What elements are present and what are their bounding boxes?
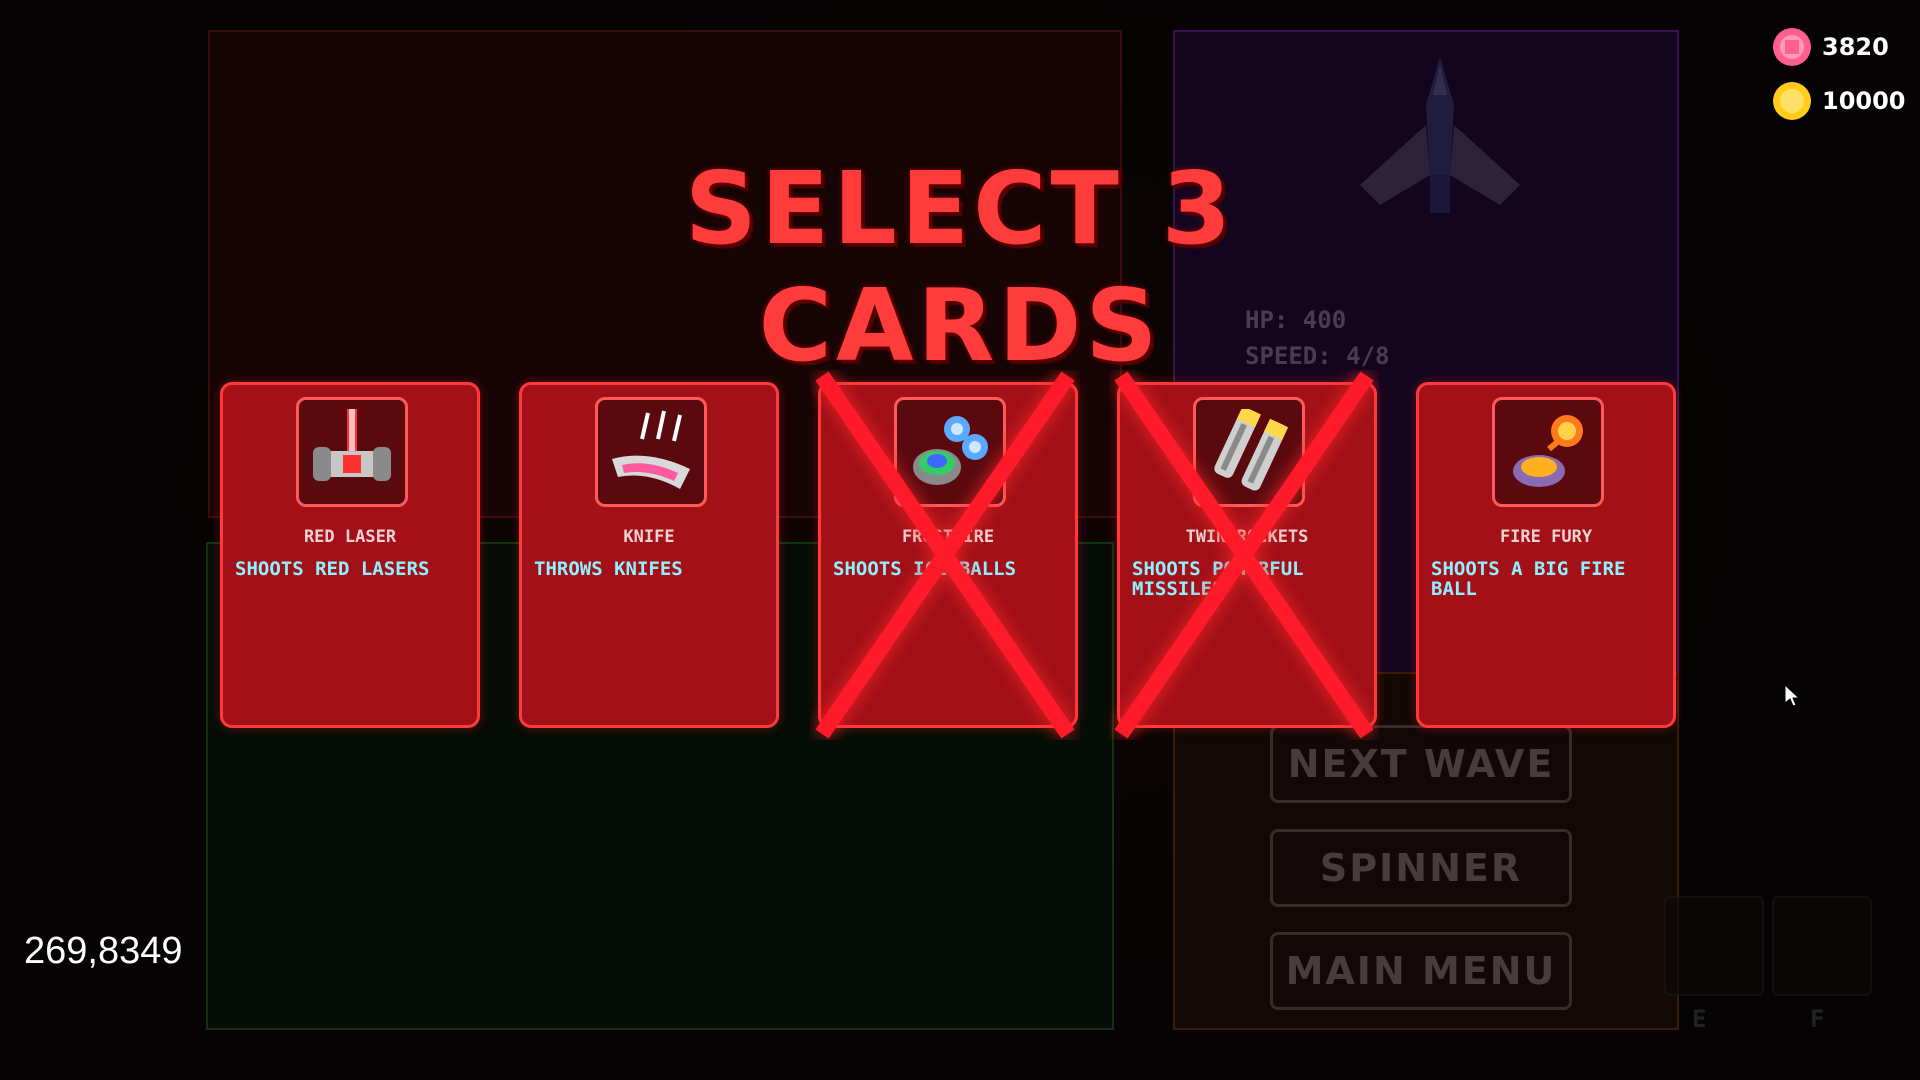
gem-icon: [1773, 28, 1811, 66]
crossed-out-x-icon: [1114, 371, 1374, 739]
red-laser-icon: [313, 409, 391, 481]
card-title: FIRE FURY: [1499, 527, 1593, 547]
fire-fury-icon: [1513, 415, 1583, 487]
coin-counter: 10000: [1772, 81, 1906, 121]
card-description: THROWS KNIFES: [534, 558, 683, 580]
knife-icon: [612, 410, 690, 489]
card-title: KNIFE: [623, 527, 675, 547]
main-menu-button[interactable]: MAIN MENU: [1270, 932, 1572, 1010]
mouse-cursor-icon: [1784, 684, 1800, 707]
card-knife[interactable]: KNIFE THROWS KNIFES: [519, 382, 779, 728]
card-icon-frame: [595, 397, 707, 507]
weapon-slot-f[interactable]: [1772, 896, 1872, 996]
page-title: SELECT 3 CARDS: [684, 150, 1236, 384]
coin-count: 10000: [1822, 87, 1906, 115]
card-description: SHOOTS RED LASERS: [235, 558, 430, 580]
slot-key-e: E: [1692, 1005, 1707, 1033]
slot-key-f: F: [1810, 1005, 1825, 1033]
coordinate-readout: 269,8349: [24, 930, 183, 972]
card-description: SHOOTS A BIG FIRE BALL: [1431, 558, 1626, 600]
crossed-out-x-icon: [815, 371, 1075, 739]
card-fire-fury[interactable]: FIRE FURY SHOOTS A BIG FIRE BALL: [1416, 382, 1676, 728]
card-icon-frame: [1492, 397, 1604, 507]
gem-count: 3820: [1822, 33, 1889, 61]
weapon-slot-e[interactable]: [1664, 896, 1764, 996]
card-title: RED LASER: [303, 527, 397, 547]
coin-icon: [1773, 82, 1811, 120]
spinner-button[interactable]: SPINNER: [1270, 829, 1572, 907]
gem-counter: 3820: [1772, 27, 1889, 67]
card-red-laser[interactable]: RED LASER SHOOTS RED LASERS: [220, 382, 480, 728]
card-icon-frame: [296, 397, 408, 507]
